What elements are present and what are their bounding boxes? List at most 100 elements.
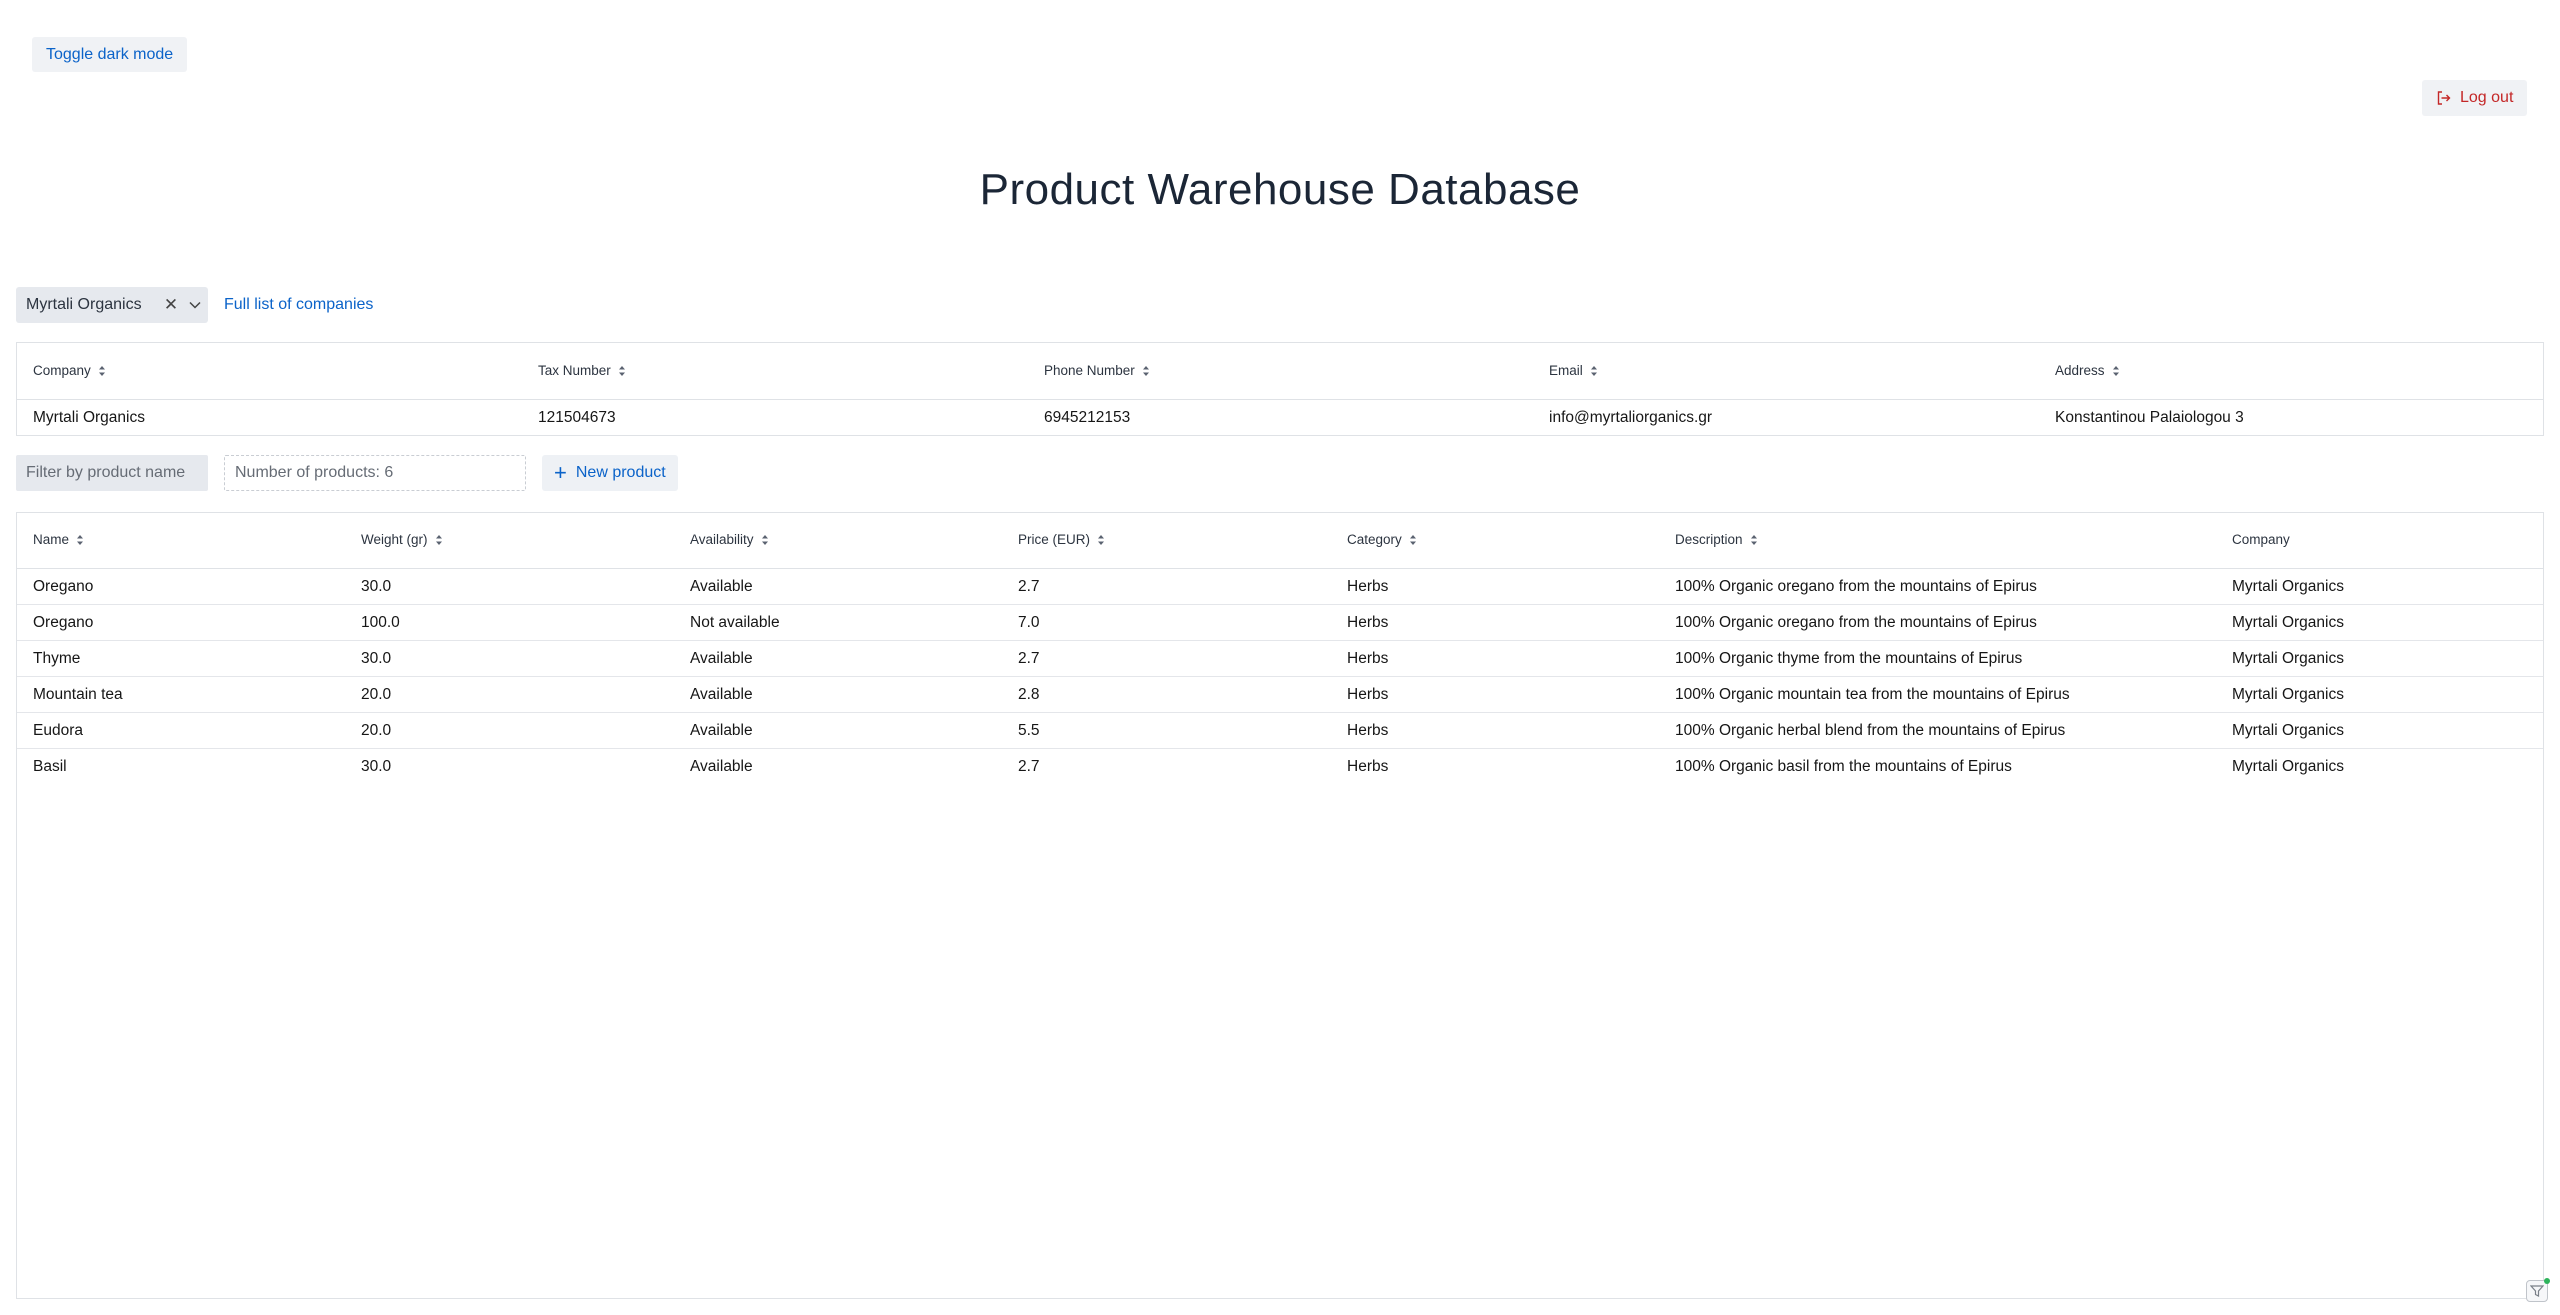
table-cell: Herbs [1347, 722, 1389, 739]
page-title: Product Warehouse Database [979, 165, 1581, 214]
table-cell: Available [690, 578, 753, 595]
status-dot [2544, 1278, 2550, 1284]
table-cell: Basil [33, 758, 67, 775]
column-header-label: Company [2232, 532, 2290, 547]
table-cell: Mountain tea [33, 686, 123, 703]
new-product-label: New product [575, 464, 666, 481]
table-cell: Myrtali Organics [2232, 578, 2344, 595]
product-count-field: Number of products: 6 [224, 455, 526, 491]
product-table: Name Weight (gr) Availability Price (EUR… [16, 512, 2544, 1299]
column-header-description[interactable]: Description [1675, 532, 1758, 547]
column-header-label: Phone Number [1044, 363, 1135, 378]
column-header-label: Email [1549, 363, 1583, 378]
filter-icon[interactable] [2526, 1278, 2550, 1302]
sort-icon[interactable] [1750, 534, 1758, 546]
table-cell: 6945212153 [1044, 409, 1131, 426]
chevron-down-icon[interactable] [182, 301, 208, 309]
company-select-value: Myrtali Organics [26, 296, 142, 313]
table-row[interactable]: Basil 30.0 Available 2.7 Herbs 100% Orga… [17, 749, 2543, 785]
sort-icon[interactable] [98, 365, 106, 377]
table-cell: 30.0 [361, 578, 392, 595]
table-cell: 30.0 [361, 650, 392, 667]
sort-icon[interactable] [435, 534, 443, 546]
toggle-dark-mode-button[interactable]: Toggle dark mode [32, 37, 188, 72]
sort-icon[interactable] [1590, 365, 1598, 377]
table-cell: Available [690, 650, 753, 667]
column-header-email[interactable]: Email [1549, 363, 1598, 378]
logout-label: Log out [2460, 89, 2514, 106]
sort-icon[interactable] [2112, 365, 2120, 377]
table-cell: Myrtali Organics [2232, 614, 2344, 631]
column-header-category[interactable]: Category [1347, 532, 1417, 547]
table-cell: Available [690, 722, 753, 739]
full-list-of-companies-link[interactable]: Full list of companies [224, 296, 373, 314]
sort-icon[interactable] [76, 534, 84, 546]
table-cell: 2.7 [1018, 578, 1040, 595]
column-header-address[interactable]: Address [2055, 363, 2120, 378]
column-header-label: Weight (gr) [361, 532, 428, 547]
logout-button[interactable]: Log out [2422, 80, 2528, 116]
company-table: Company Tax Number Phone Number Email Ad… [16, 342, 2544, 436]
table-cell: Myrtali Organics [2232, 686, 2344, 703]
column-header-weight[interactable]: Weight (gr) [361, 532, 443, 547]
table-cell: Herbs [1347, 686, 1389, 703]
column-header-label: Company [33, 363, 91, 378]
table-cell: Not available [690, 614, 780, 631]
table-cell: 20.0 [361, 722, 392, 739]
table-row[interactable]: Eudora 20.0 Available 5.5 Herbs 100% Org… [17, 713, 2543, 749]
table-cell: 100% Organic mountain tea from the mount… [1675, 686, 2070, 703]
table-row[interactable]: Oregano 30.0 Available 2.7 Herbs 100% Or… [17, 569, 2543, 605]
product-count-text: Number of products: 6 [235, 464, 394, 481]
table-cell: Myrtali Organics [2232, 722, 2344, 739]
column-header-name[interactable]: Name [33, 532, 84, 547]
sort-icon[interactable] [1097, 534, 1105, 546]
company-table-header: Company Tax Number Phone Number Email Ad… [17, 343, 2543, 400]
logout-icon [2437, 91, 2451, 105]
plus-icon: + [554, 460, 567, 485]
table-cell: 100.0 [361, 614, 400, 631]
table-cell: info@myrtaliorganics.gr [1549, 409, 1713, 426]
table-cell: 121504673 [538, 409, 616, 426]
sort-icon[interactable] [1409, 534, 1417, 546]
column-header-tax-number[interactable]: Tax Number [538, 363, 626, 378]
filter-by-product-name-input[interactable] [16, 455, 208, 491]
table-cell: Eudora [33, 722, 83, 739]
product-table-header: Name Weight (gr) Availability Price (EUR… [17, 513, 2543, 569]
close-icon[interactable]: ✕ [160, 295, 182, 315]
toggle-dark-mode-label: Toggle dark mode [46, 45, 174, 63]
table-cell: Myrtali Organics [33, 409, 145, 426]
table-cell: 100% Organic basil from the mountains of… [1675, 758, 2012, 775]
table-row[interactable]: Mountain tea 20.0 Available 2.8 Herbs 10… [17, 677, 2543, 713]
column-header-label: Name [33, 532, 70, 547]
column-header-availability[interactable]: Availability [690, 532, 769, 547]
table-row[interactable]: Myrtali Organics 121504673 6945212153 in… [17, 400, 2543, 436]
table-row[interactable]: Oregano 100.0 Not available 7.0 Herbs 10… [17, 605, 2543, 641]
column-header-company[interactable]: Company [33, 363, 106, 378]
table-cell: Herbs [1347, 650, 1389, 667]
table-cell: Myrtali Organics [2232, 650, 2344, 667]
sort-icon[interactable] [1142, 365, 1150, 377]
column-header-label: Availability [690, 532, 754, 547]
table-row[interactable]: Thyme 30.0 Available 2.7 Herbs 100% Orga… [17, 641, 2543, 677]
table-cell: 2.7 [1018, 650, 1040, 667]
table-cell: Konstantinou Palaiologou 3 [2055, 409, 2244, 426]
table-cell: 2.7 [1018, 758, 1040, 775]
table-cell: 7.0 [1018, 614, 1040, 631]
column-header-label: Category [1347, 532, 1402, 547]
column-header-phone-number[interactable]: Phone Number [1044, 363, 1150, 378]
column-header-label: Address [2055, 363, 2105, 378]
sort-icon[interactable] [618, 365, 626, 377]
column-header-label: Price (EUR) [1018, 532, 1091, 547]
column-header-price[interactable]: Price (EUR) [1018, 532, 1105, 547]
sort-icon[interactable] [761, 534, 769, 546]
table-cell: Herbs [1347, 614, 1389, 631]
table-cell: 30.0 [361, 758, 392, 775]
table-cell: 100% Organic herbal blend from the mount… [1675, 722, 2066, 739]
table-cell: Available [690, 758, 753, 775]
column-header-label: Tax Number [538, 363, 611, 378]
table-cell: Herbs [1347, 758, 1389, 775]
new-product-button[interactable]: + New product [542, 455, 678, 491]
table-cell: Available [690, 686, 753, 703]
table-cell: Oregano [33, 614, 94, 631]
company-select[interactable]: Myrtali Organics ✕ [16, 287, 208, 323]
